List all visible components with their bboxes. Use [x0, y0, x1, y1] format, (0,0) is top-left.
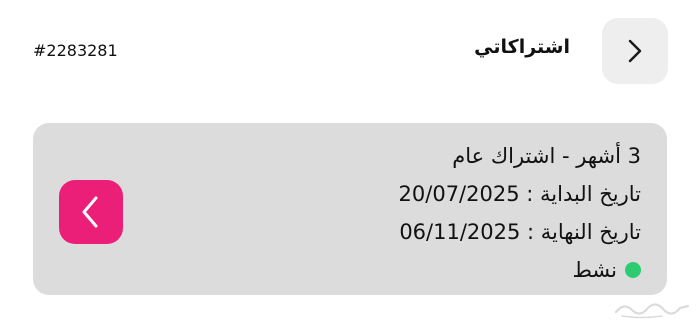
subscriptions-page: اشتراكاتي #2283281 3 أشهر - اشتراك عام ت…	[0, 0, 700, 328]
subscription-status: نشط	[399, 251, 641, 289]
order-id: #2283281	[33, 41, 118, 60]
back-button[interactable]	[602, 18, 668, 84]
subscription-card[interactable]: 3 أشهر - اشتراك عام تاريخ البداية : 20/0…	[33, 123, 667, 295]
status-label: نشط	[572, 258, 617, 282]
subscription-details: 3 أشهر - اشتراك عام تاريخ البداية : 20/0…	[399, 137, 641, 289]
chevron-right-icon	[628, 39, 642, 63]
open-subscription-button[interactable]	[59, 180, 123, 244]
subscription-plan: 3 أشهر - اشتراك عام	[452, 144, 641, 168]
haraj-logo	[612, 298, 692, 324]
subscription-start-date: تاريخ البداية : 20/07/2025	[398, 182, 641, 206]
chevron-left-icon	[82, 196, 98, 228]
page-title: اشتراكاتي	[474, 36, 570, 58]
status-dot	[625, 262, 641, 278]
subscription-end-date: تاريخ النهاية : 06/11/2025	[399, 220, 641, 244]
